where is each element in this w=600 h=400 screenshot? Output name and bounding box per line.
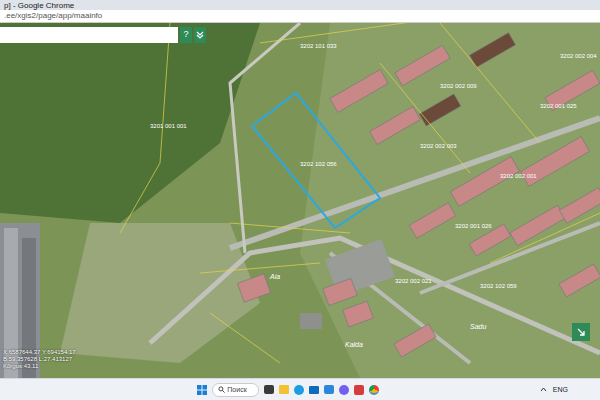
parcel-label: 3202 002 001 <box>500 173 537 180</box>
photos-icon[interactable] <box>354 385 364 395</box>
expand-map-button[interactable] <box>572 323 590 341</box>
store-icon[interactable] <box>324 385 334 394</box>
coordinate-text: X:6587644.37 Y:694154.17 <box>3 349 76 356</box>
chevron-up-icon[interactable] <box>540 387 547 392</box>
windows-start-icon[interactable] <box>197 385 207 395</box>
map-toolbar: ? <box>0 27 206 43</box>
taskbar-center: Поиск <box>197 383 378 397</box>
search-placeholder: Поиск <box>227 386 252 394</box>
arrow-diagonal-icon <box>576 327 586 337</box>
taskbar: Поиск ENG <box>0 378 600 400</box>
parcel-label: 3202 001 025 <box>540 103 577 110</box>
chrome-icon[interactable] <box>369 385 379 395</box>
mail-icon[interactable] <box>309 386 319 394</box>
street-label: Aia <box>270 273 280 281</box>
parcel-label: 3202 001 026 <box>455 223 492 230</box>
coordinate-text: B:59.357628 L:27.413127 <box>3 356 76 363</box>
task-view-icon[interactable] <box>264 385 274 394</box>
parcel-label: 3202 002 003 <box>420 143 457 150</box>
parcel-label: 3202 002 021 <box>395 278 432 285</box>
address-bar[interactable]: .ee/xgis2/page/app/maainfo <box>0 10 600 23</box>
edge-icon[interactable] <box>294 385 304 395</box>
selected-parcel-label: 3202 102 056 <box>300 161 337 168</box>
parcel-label: 3202 102 059 <box>480 283 517 290</box>
window-title: p] - Google Chrome <box>4 1 74 10</box>
search-icon <box>218 386 225 393</box>
url-text: .ee/xgis2/page/app/maainfo <box>4 11 102 21</box>
expand-button[interactable] <box>194 27 206 43</box>
viber-icon[interactable] <box>339 385 349 395</box>
aerial-map <box>0 23 600 378</box>
parcel-label: 3201 001 001 <box>150 123 187 130</box>
title-bar: p] - Google Chrome <box>0 0 600 10</box>
parcel-label: 3202 002 004 <box>560 53 597 60</box>
parcel-label: 3202 101 033 <box>300 43 337 50</box>
coordinates-panel: X:6587644.37 Y:694154.17B:59.357628 L:27… <box>3 349 76 370</box>
taskbar-search[interactable]: Поиск <box>212 383 258 397</box>
street-label: Sadu <box>470 323 486 331</box>
parcel-label: 3202 002 009 <box>440 83 477 90</box>
language-indicator[interactable]: ENG <box>553 386 568 394</box>
street-label: Kalda <box>345 341 363 349</box>
coordinate-text: Kõrgus:43.11 <box>3 363 76 370</box>
browser-window: p] - Google Chrome.ee/xgis2/page/app/maa… <box>0 0 600 400</box>
chevron-double-down-icon <box>196 31 204 39</box>
selected-parcel[interactable] <box>252 93 380 228</box>
help-button[interactable]: ? <box>180 27 192 43</box>
map-view[interactable]: 3202 102 056 3202 101 033 3202 002 009 3202… <box>0 23 600 378</box>
explorer-icon[interactable] <box>279 385 289 394</box>
map-search-input[interactable] <box>0 27 178 43</box>
